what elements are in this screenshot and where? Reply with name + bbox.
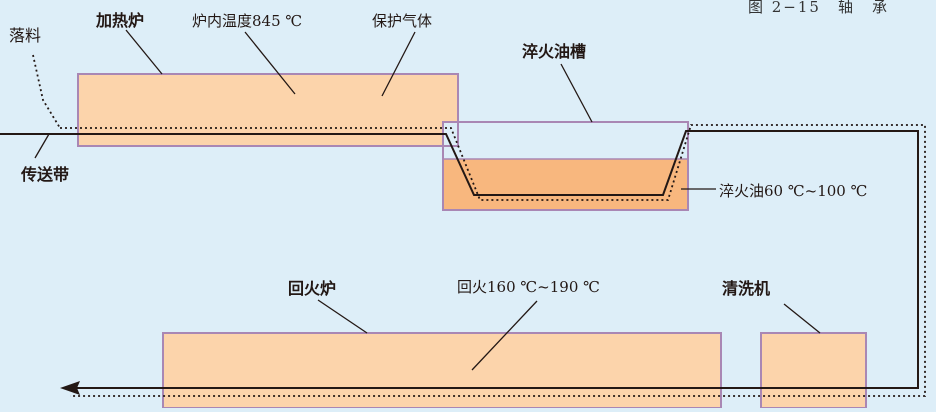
process-diagram: 图 2−15 轴 承 落料 加热炉 炉内温度845 ℃ 保护气体 淬火油槽 传送…: [0, 0, 936, 409]
tempering-temp-label: 回火160 ℃~190 ℃: [457, 278, 600, 296]
washer-label: 清洗机: [722, 279, 771, 298]
leader-quench-tank: [560, 63, 593, 123]
leader-tempering-furnace: [317, 299, 368, 334]
conveyor-arrowhead: [60, 381, 80, 395]
leader-washer: [783, 303, 821, 334]
quench-oil-label: 淬火油60 ℃~100 ℃: [719, 182, 868, 200]
heating-furnace-box: [77, 73, 459, 147]
falling-material-label: 落料: [9, 26, 42, 45]
protective-gas-label: 保护气体: [372, 12, 433, 30]
furnace-temp-label: 炉内温度845 ℃: [192, 12, 303, 30]
conveyor-belt-label: 传送带: [21, 165, 70, 184]
leader-heating-furnace: [125, 29, 163, 75]
heating-furnace-label: 加热炉: [96, 11, 145, 30]
diagram-canvas: [0, 29, 926, 409]
leader-conveyor: [34, 133, 50, 159]
quench-oil-area: [444, 159, 687, 209]
tempering-furnace-label: 回火炉: [288, 279, 337, 298]
falling-material-path: [32, 54, 61, 129]
figure-caption: 图 2−15 轴 承: [748, 0, 889, 16]
quench-tank-label: 淬火油槽: [522, 42, 587, 61]
tempering-furnace-box: [162, 332, 722, 409]
